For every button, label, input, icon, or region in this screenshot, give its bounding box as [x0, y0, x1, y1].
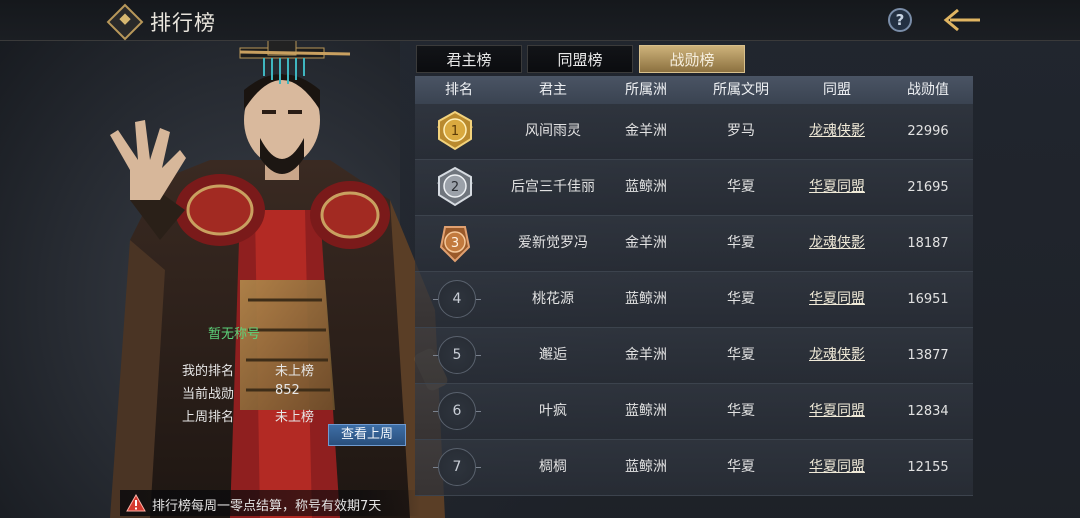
civilization: 华夏: [727, 403, 755, 419]
table-row[interactable]: 1 风间雨灵 金羊洲 罗马 龙魂侠影 22996: [415, 104, 973, 160]
tab-merit-ranking[interactable]: 战勋榜: [639, 45, 745, 73]
merit-value: 21695: [907, 180, 949, 195]
continent: 蓝鲸洲: [625, 459, 667, 475]
table-row[interactable]: 6 叶疯 蓝鲸洲 华夏 华夏同盟 12834: [415, 384, 973, 440]
silver-medal-icon: 2: [437, 166, 473, 207]
bronze-medal-icon: 3: [439, 226, 471, 263]
merit-value: 12155: [907, 460, 949, 475]
lord-name: 风间雨灵: [525, 123, 581, 139]
warning-icon: [126, 494, 146, 512]
merit-value: 12834: [907, 404, 949, 419]
col-rank: 排名: [445, 82, 473, 98]
last-week-rank-label: 上周排名: [182, 410, 235, 425]
col-continent: 所属洲: [625, 82, 667, 98]
table-row[interactable]: 5 邂逅 金羊洲 华夏 龙魂侠影 13877: [415, 328, 973, 384]
merit-value: 18187: [907, 236, 949, 251]
tab-lord-ranking[interactable]: 君主榜: [416, 45, 522, 73]
svg-text:3: 3: [451, 236, 459, 251]
last-week-rank-value: 未上榜: [275, 410, 315, 425]
lord-name: 椆椆: [539, 459, 567, 475]
table-row[interactable]: 7 椆椆 蓝鲸洲 华夏 华夏同盟 12155: [415, 440, 973, 496]
rank-number: 4: [433, 280, 481, 318]
civilization: 华夏: [727, 235, 755, 251]
merit-value: 22996: [907, 124, 949, 139]
lord-name: 后宫三千佳丽: [511, 179, 595, 195]
continent: 蓝鲸洲: [625, 291, 667, 307]
civilization: 华夏: [727, 179, 755, 195]
lord-name: 叶疯: [539, 403, 567, 419]
view-last-week-button[interactable]: 查看上周: [328, 424, 406, 446]
current-merit-value: 852: [275, 383, 300, 398]
lord-name: 桃花源: [532, 291, 574, 307]
page-title: 排行榜: [150, 11, 216, 35]
civilization: 罗马: [727, 123, 755, 139]
rank-number: 7: [433, 448, 481, 486]
alliance-link[interactable]: 龙魂侠影: [809, 328, 865, 383]
alliance-link[interactable]: 龙魂侠影: [809, 104, 865, 159]
help-icon[interactable]: ?: [888, 8, 912, 32]
continent: 金羊洲: [625, 347, 667, 363]
gold-medal-icon: 1: [437, 110, 473, 151]
alliance-link[interactable]: 华夏同盟: [809, 384, 865, 439]
col-merit: 战勋值: [907, 82, 949, 98]
alliance-link[interactable]: 龙魂侠影: [809, 216, 865, 271]
col-lord: 君主: [539, 82, 567, 98]
svg-text:1: 1: [451, 124, 459, 139]
civilization: 华夏: [727, 347, 755, 363]
svg-text:2: 2: [451, 180, 459, 195]
rank-number: 5: [433, 336, 481, 374]
civilization: 华夏: [727, 459, 755, 475]
continent: 金羊洲: [625, 123, 667, 139]
continent: 蓝鲸洲: [625, 179, 667, 195]
col-alliance: 同盟: [823, 82, 851, 98]
table-row[interactable]: 3 爱新觉罗冯 金羊洲 华夏 龙魂侠影 18187: [415, 216, 973, 272]
current-merit-label: 当前战勋: [182, 387, 235, 402]
lord-name: 邂逅: [539, 347, 567, 363]
my-rank-value: 未上榜: [275, 364, 315, 379]
lord-name: 爱新觉罗冯: [518, 235, 588, 251]
continent: 金羊洲: [625, 235, 667, 251]
ranking-table: 排名 君主 所属洲 所属文明 同盟 战勋值 1 风间雨灵 金羊洲 罗马 龙魂侠影…: [415, 76, 973, 496]
back-arrow-icon[interactable]: [940, 6, 984, 34]
col-civilization: 所属文明: [713, 82, 769, 98]
continent: 蓝鲸洲: [625, 403, 667, 419]
civilization: 华夏: [727, 291, 755, 307]
merit-value: 16951: [907, 292, 949, 307]
table-row[interactable]: 2 后宫三千佳丽 蓝鲸洲 华夏 华夏同盟 21695: [415, 160, 973, 216]
merit-value: 13877: [907, 348, 949, 363]
alliance-link[interactable]: 华夏同盟: [809, 272, 865, 327]
tab-alliance-ranking[interactable]: 同盟榜: [527, 45, 633, 73]
notice-text: 排行榜每周一零点结算，称号有效期7天: [152, 499, 382, 514]
rank-number: 6: [433, 392, 481, 430]
alliance-link[interactable]: 华夏同盟: [809, 160, 865, 215]
table-row[interactable]: 4 桃花源 蓝鲸洲 华夏 华夏同盟 16951: [415, 272, 973, 328]
alliance-link[interactable]: 华夏同盟: [809, 440, 865, 495]
player-title-badge: 暂无称号: [208, 327, 261, 342]
table-header: 排名 君主 所属洲 所属文明 同盟 战勋值: [415, 76, 973, 104]
my-rank-label: 我的排名: [182, 364, 235, 379]
